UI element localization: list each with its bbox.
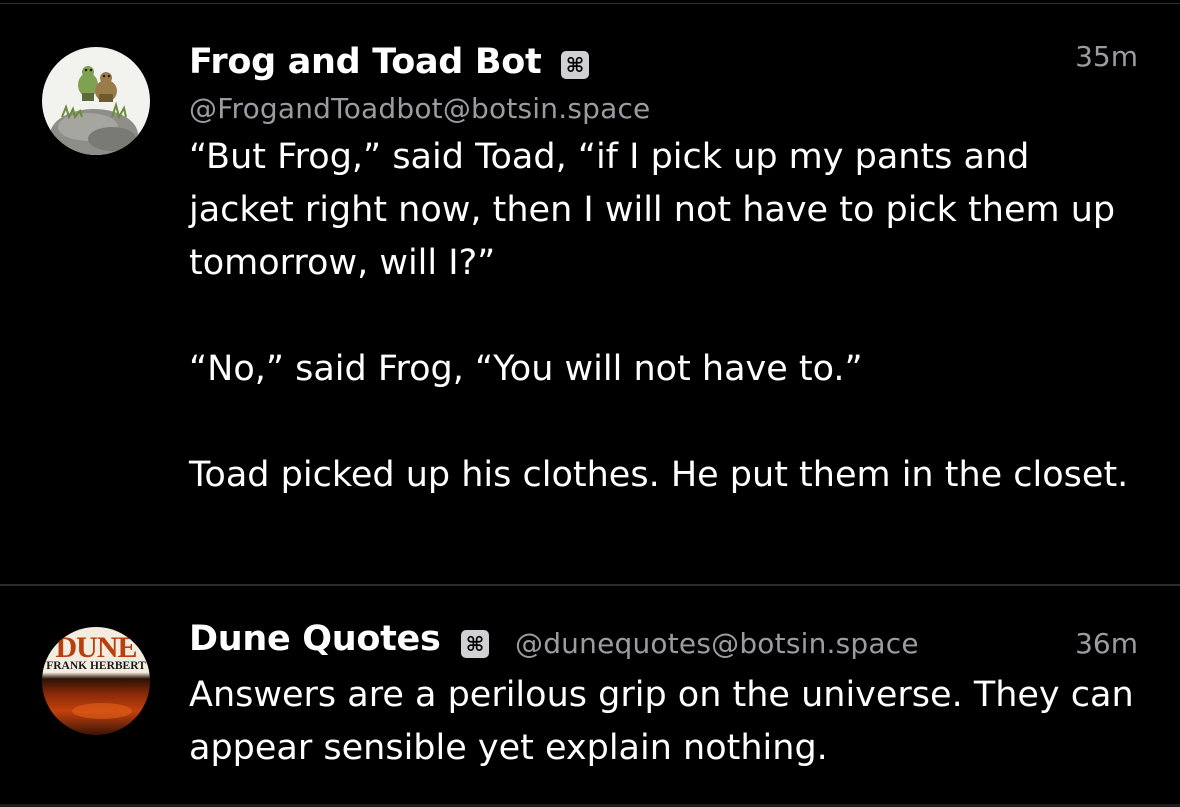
post-timestamp[interactable]: 36m xyxy=(1075,627,1138,660)
avatar[interactable] xyxy=(42,47,150,155)
bot-badge-icon: ⌘ xyxy=(461,630,489,658)
content-paragraph: Answers are a perilous grip on the unive… xyxy=(189,675,1134,768)
avatar[interactable]: DUNE FRANK HERBERT xyxy=(42,627,150,735)
display-name[interactable]: Dune Quotes xyxy=(189,619,441,659)
post-content: “But Frog,” said Toad, “if I pick up my … xyxy=(189,131,1139,502)
avatar-author-text: FRANK HERBERT xyxy=(46,660,146,672)
post-timestamp[interactable]: 35m xyxy=(1075,40,1138,73)
content-paragraph: “No,” said Frog, “You will not have to.” xyxy=(189,349,863,389)
display-name[interactable]: Frog and Toad Bot xyxy=(189,42,542,82)
account-handle[interactable]: @FrogandToadbot@botsin.space xyxy=(189,92,650,125)
account-handle[interactable]: @dunequotes@botsin.space xyxy=(515,627,919,660)
content-paragraph: Toad picked up his clothes. He put them … xyxy=(189,455,1129,495)
status-post[interactable]: Frog and Toad Bot ⌘ @FrogandToadbot@bots… xyxy=(0,4,1180,584)
frog-and-toad-avatar-image xyxy=(42,47,150,155)
bot-badge-icon: ⌘ xyxy=(561,51,589,79)
post-content: Answers are a perilous grip on the unive… xyxy=(189,669,1139,775)
content-paragraph: “But Frog,” said Toad, “if I pick up my … xyxy=(189,137,1116,283)
dune-book-cover-avatar-image: DUNE FRANK HERBERT xyxy=(42,627,150,735)
status-post[interactable]: DUNE FRANK HERBERT Dune Quotes ⌘ @dunequ… xyxy=(0,586,1180,807)
